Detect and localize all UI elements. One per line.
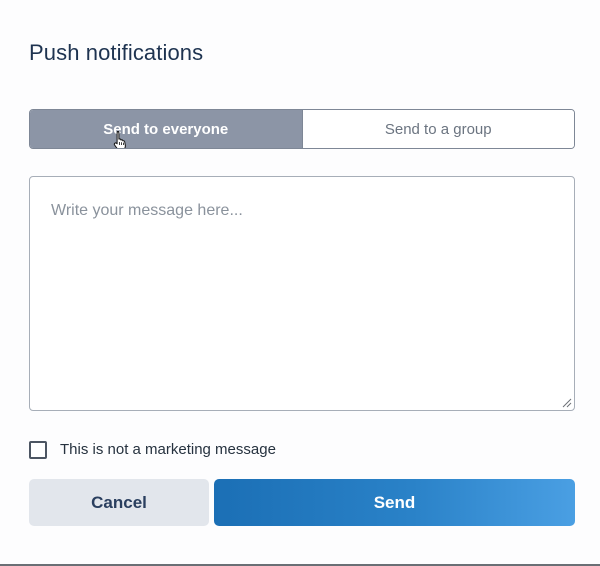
send-button-label: Send: [373, 492, 416, 512]
send-to-a-group-option[interactable]: Send to a group: [301, 110, 574, 148]
message-textarea[interactable]: [29, 176, 575, 411]
dialog-title: Push notifications: [29, 40, 204, 65]
send-to-everyone-option[interactable]: Send to everyone: [30, 110, 302, 148]
resize-grip-icon[interactable]: [562, 398, 572, 408]
marketing-checkbox-row: This is not a marketing message: [29, 440, 276, 460]
audience-toggle: Send to everyone Send to a group: [29, 109, 575, 149]
marketing-checkbox[interactable]: [29, 441, 47, 459]
cancel-button[interactable]: Cancel: [29, 479, 209, 526]
cancel-button-label: Cancel: [91, 492, 147, 512]
send-button[interactable]: Send: [214, 479, 575, 526]
push-notifications-dialog: Push notifications Send to everyone Send…: [0, 0, 600, 566]
send-to-a-group-label: Send to a group: [384, 120, 492, 138]
marketing-checkbox-label: This is not a marketing message: [60, 441, 276, 458]
hand-pointer-icon: [113, 131, 126, 148]
